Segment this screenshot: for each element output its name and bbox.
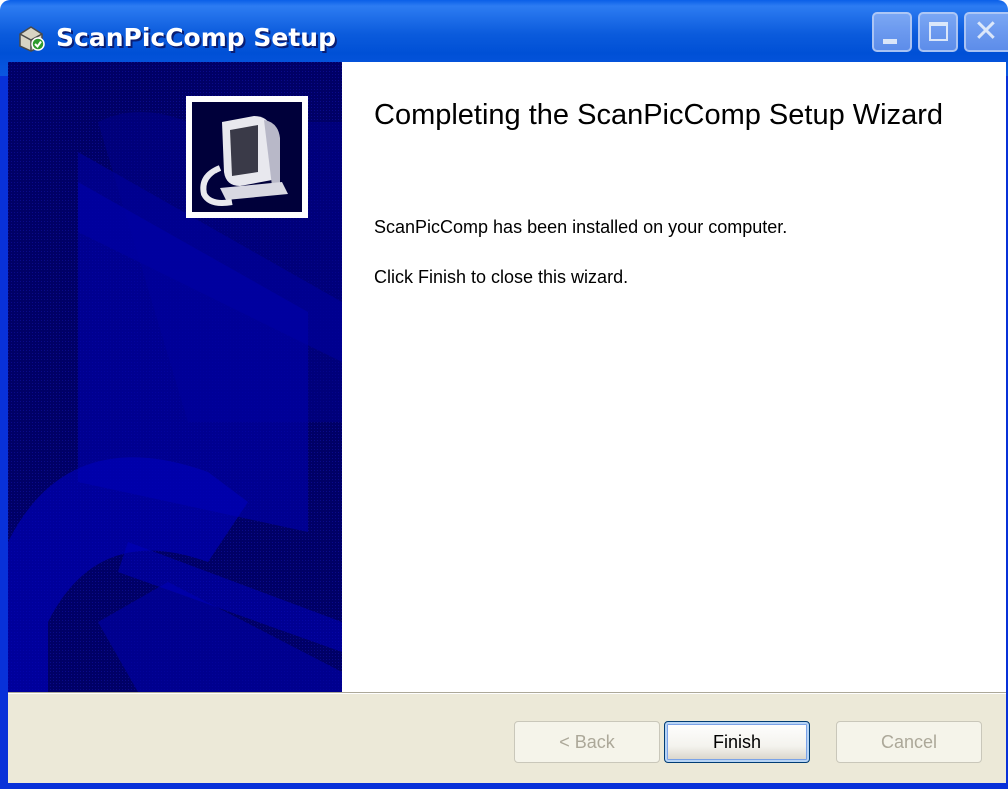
computer-setup-icon bbox=[192, 102, 302, 212]
page-title: Completing the ScanPicComp Setup Wizard bbox=[374, 99, 943, 131]
wizard-content: Completing the ScanPicComp Setup Wizard … bbox=[342, 62, 1006, 692]
window-frame-bottom bbox=[0, 783, 1008, 789]
maximize-button[interactable] bbox=[918, 12, 958, 52]
back-button[interactable]: < Back bbox=[514, 721, 660, 763]
close-button[interactable]: ✕ bbox=[964, 12, 1008, 52]
setup-window: ScanPicComp Setup ✕ Completing the ScanP… bbox=[0, 0, 1008, 789]
minimize-button[interactable] bbox=[872, 12, 912, 52]
banner-logo-frame bbox=[186, 96, 308, 218]
window-title: ScanPicComp Setup bbox=[56, 23, 336, 52]
button-bar: < Back Finish Cancel bbox=[8, 694, 1006, 783]
install-complete-text: ScanPicComp has been installed on your c… bbox=[374, 217, 788, 237]
window-frame-left bbox=[0, 76, 8, 789]
maximize-icon bbox=[929, 22, 948, 41]
finish-button[interactable]: Finish bbox=[664, 721, 810, 763]
cancel-button[interactable]: Cancel bbox=[836, 721, 982, 763]
installer-icon bbox=[16, 24, 46, 52]
close-icon: ✕ bbox=[973, 14, 999, 49]
finish-instruction-text: Click Finish to close this wizard. bbox=[374, 267, 629, 287]
minimize-icon bbox=[883, 39, 897, 44]
wizard-side-banner bbox=[8, 62, 342, 692]
